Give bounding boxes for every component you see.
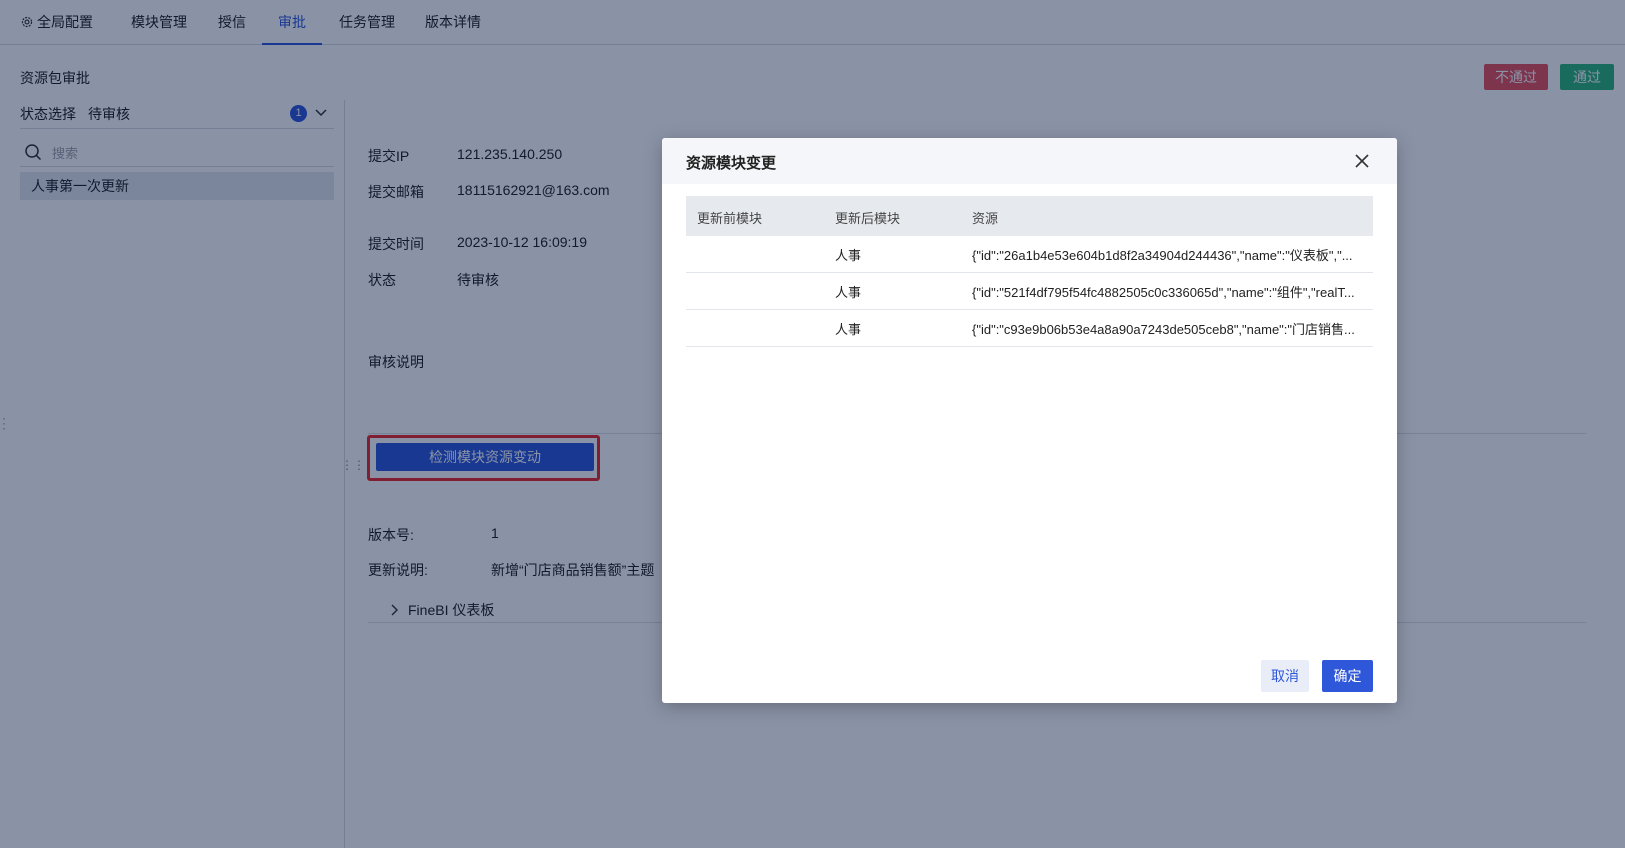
cell-after: 人事 [835,285,862,300]
modal-header: 资源模块变更 [662,138,1397,184]
confirm-button[interactable]: 确定 [1322,660,1373,692]
cell-after: 人事 [835,322,862,337]
table-header: 更新前模块 更新后模块 资源 [686,196,1373,236]
cell-after: 人事 [835,248,862,263]
table-row[interactable]: 人事 {"id":"c93e9b06b53e4a8a90a7243de505ce… [686,310,1373,347]
column-header-after: 更新后模块 [835,211,901,226]
cell-resource: {"id":"c93e9b06b53e4a8a90a7243de505ceb8"… [972,322,1355,337]
column-header-resource: 资源 [972,211,999,226]
cell-resource: {"id":"26a1b4e53e604b1d8f2a34904d244436"… [972,248,1353,263]
cell-resource: {"id":"521f4df795f54fc4882505c0c336065d"… [972,285,1355,300]
close-icon[interactable] [1355,154,1369,168]
cancel-button[interactable]: 取消 [1261,660,1309,692]
modal-title: 资源模块变更 [686,155,777,172]
column-header-before: 更新前模块 [697,211,763,226]
table-row[interactable]: 人事 {"id":"26a1b4e53e604b1d8f2a34904d2444… [686,236,1373,273]
table-row[interactable]: 人事 {"id":"521f4df795f54fc4882505c0c33606… [686,273,1373,310]
resource-change-modal: 资源模块变更 更新前模块 更新后模块 资源 人事 {"id":"26a1b4e5… [662,138,1397,703]
